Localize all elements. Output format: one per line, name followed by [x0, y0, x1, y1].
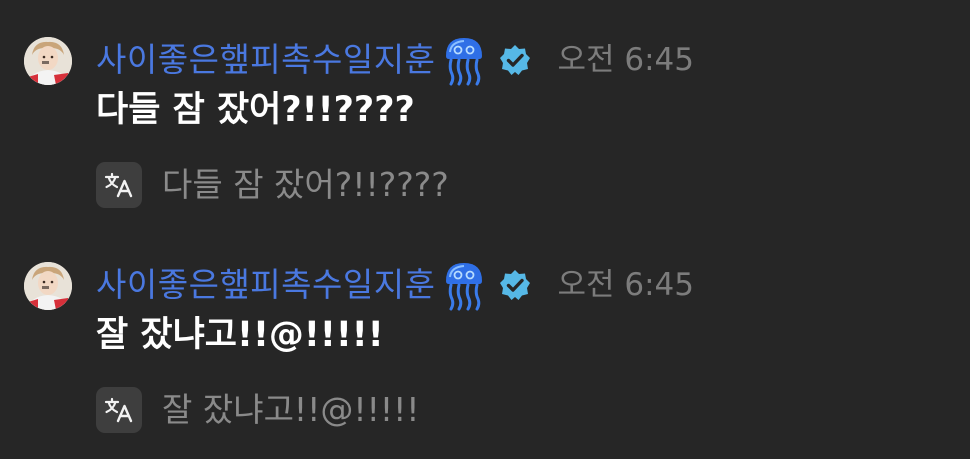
verified-badge-icon — [499, 269, 531, 301]
avatar[interactable] — [24, 262, 72, 310]
translation-row: 잘 잤냐고!!@!!!!! — [96, 387, 420, 433]
message-item: 사이좋은햎피촉수일지훈 오전 6:45 — [0, 30, 970, 240]
timestamp: 오전 6:45 — [557, 267, 694, 303]
translated-text: 잘 잤냐고!!@!!!!! — [162, 390, 420, 429]
username[interactable]: 사이좋은햎피촉수일지훈 — [96, 34, 435, 86]
translate-icon[interactable] — [96, 162, 142, 208]
message-feed: 사이좋은햎피촉수일지훈 오전 6:45 다들 잠 잤어?!!???? 다들 잠 … — [0, 0, 970, 459]
translation-row: 다들 잠 잤어?!!???? — [96, 162, 449, 208]
message-item: 사이좋은햎피촉수일지훈 오전 6:45 — [0, 255, 970, 459]
message-content: 잘 잤냐고!!@!!!!! — [96, 315, 384, 355]
username[interactable]: 사이좋은햎피촉수일지훈 — [96, 259, 435, 311]
message-content: 다들 잠 잤어?!!???? — [96, 90, 415, 130]
jellyfish-icon — [443, 34, 485, 86]
message-header: 사이좋은햎피촉수일지훈 오전 6:45 — [96, 34, 694, 86]
message-header: 사이좋은햎피촉수일지훈 오전 6:45 — [96, 259, 694, 311]
timestamp: 오전 6:45 — [557, 42, 694, 78]
translate-icon[interactable] — [96, 387, 142, 433]
translated-text: 다들 잠 잤어?!!???? — [162, 165, 449, 204]
avatar[interactable] — [24, 37, 72, 85]
jellyfish-icon — [443, 259, 485, 311]
verified-badge-icon — [499, 44, 531, 76]
